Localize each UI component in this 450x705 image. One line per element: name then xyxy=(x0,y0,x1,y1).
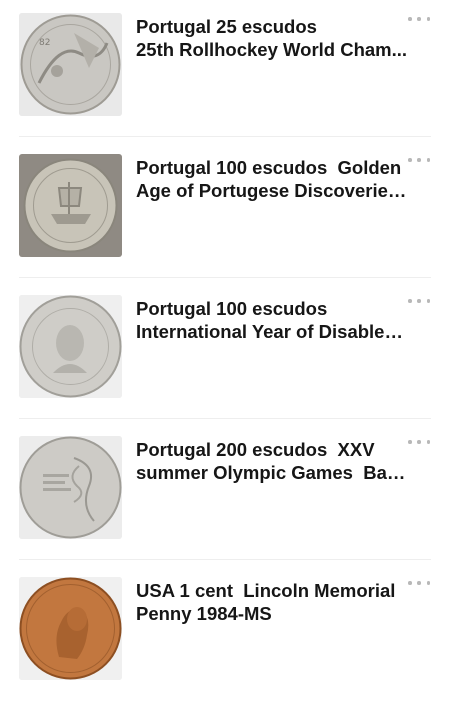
divider xyxy=(19,277,431,278)
svg-text:82: 82 xyxy=(39,38,50,48)
item-title-line-1: Portugal 200 escudos XXV xyxy=(136,439,375,460)
list-item[interactable]: Portugal 200 escudos XXV summer Olympic … xyxy=(0,423,450,564)
item-title[interactable]: Portugal 200 escudos XXV summer Olympic … xyxy=(136,438,408,484)
coin-thumbnail[interactable] xyxy=(19,295,122,398)
dot xyxy=(417,158,421,162)
list-item[interactable]: USA 1 cent Lincoln Memorial Penny 1984-M… xyxy=(0,564,450,705)
dot xyxy=(426,17,430,21)
coin-thumbnail[interactable] xyxy=(19,154,122,257)
more-options-icon[interactable] xyxy=(408,153,430,167)
dot xyxy=(426,299,430,303)
more-options-icon[interactable] xyxy=(408,294,430,308)
dot xyxy=(417,440,421,444)
item-title-line-2: Penny 1984-MS xyxy=(136,603,272,624)
coin-thumbnail[interactable]: 82 xyxy=(19,13,122,116)
dot xyxy=(417,581,421,585)
item-title-line-1: USA 1 cent Lincoln Memorial xyxy=(136,580,396,601)
more-options-icon[interactable] xyxy=(408,12,430,26)
item-title-line-1: Portugal 100 escudos Golden xyxy=(136,157,402,178)
coin-25-escudos-image: 82 xyxy=(19,13,122,116)
dot xyxy=(426,581,430,585)
coin-100-escudos-portrait-image xyxy=(19,295,122,398)
list-item[interactable]: Portugal 100 escudos International Year … xyxy=(0,282,450,423)
divider xyxy=(19,418,431,419)
item-title-line-1: Portugal 100 escudos xyxy=(136,298,328,319)
coin-thumbnail[interactable] xyxy=(19,436,122,539)
more-options-icon[interactable] xyxy=(408,435,430,449)
coin-list: 82 Portugal 25 escudos 25th Rollhockey W… xyxy=(0,0,450,700)
item-title-line-2: International Year of Disabled... xyxy=(136,321,408,342)
coin-200-escudos-olympic-image xyxy=(19,436,122,539)
item-title-line-2: 25th Rollhockey World Cham... xyxy=(136,39,408,60)
item-title-line-1: Portugal 25 escudos xyxy=(136,16,317,37)
dot xyxy=(426,440,430,444)
dot xyxy=(408,17,412,21)
coin-usa-1-cent-image xyxy=(19,577,122,680)
more-options-icon[interactable] xyxy=(408,576,430,590)
divider xyxy=(19,559,431,560)
item-title[interactable]: USA 1 cent Lincoln Memorial Penny 1984-M… xyxy=(136,579,408,625)
list-item[interactable]: Portugal 100 escudos Golden Age of Portu… xyxy=(0,141,450,282)
coin-100-escudos-caravel-image xyxy=(19,154,122,257)
dot xyxy=(417,299,421,303)
coin-thumbnail[interactable] xyxy=(19,577,122,680)
divider xyxy=(19,136,431,137)
item-title-line-2: Age of Portugese Discoveries... xyxy=(136,180,408,201)
dot xyxy=(408,299,412,303)
dot xyxy=(426,158,430,162)
dot xyxy=(408,581,412,585)
dot xyxy=(408,158,412,162)
item-title-line-2: summer Olympic Games Bar... xyxy=(136,462,408,483)
list-item[interactable]: 82 Portugal 25 escudos 25th Rollhockey W… xyxy=(0,0,450,141)
dot xyxy=(408,440,412,444)
dot xyxy=(417,17,421,21)
item-title[interactable]: Portugal 100 escudos International Year … xyxy=(136,297,408,343)
item-title[interactable]: Portugal 100 escudos Golden Age of Portu… xyxy=(136,156,408,202)
item-title[interactable]: Portugal 25 escudos 25th Rollhockey Worl… xyxy=(136,15,408,61)
